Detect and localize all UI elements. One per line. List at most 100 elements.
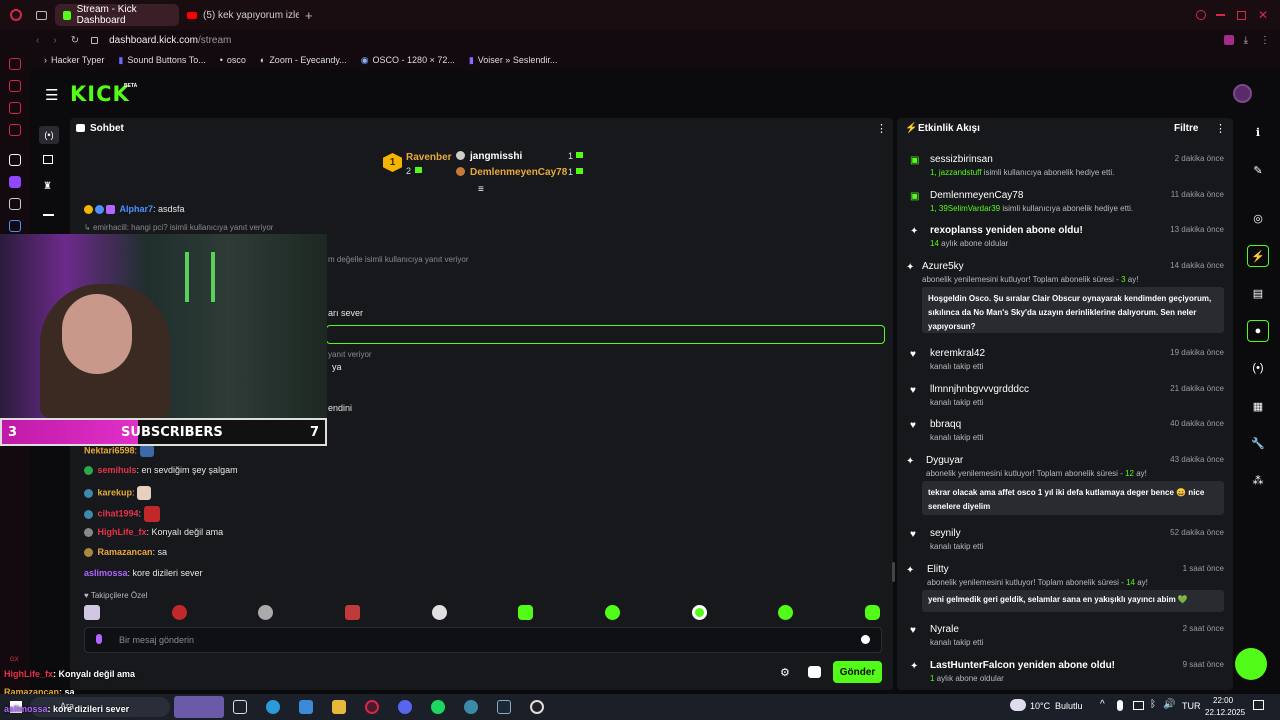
- mod-tools-icon[interactable]: ▦: [1247, 395, 1269, 417]
- emote-icon[interactable]: [778, 605, 794, 620]
- microphone-icon[interactable]: [96, 634, 102, 644]
- emote-icon[interactable]: [431, 605, 447, 620]
- maximize-icon[interactable]: [1236, 10, 1246, 20]
- opera-sidebar-news-icon[interactable]: [9, 124, 21, 136]
- opera-sidebar-chat-icon[interactable]: [9, 102, 21, 114]
- minimize-icon[interactable]: [1215, 14, 1225, 16]
- volume-icon[interactable]: 🔊: [1163, 699, 1175, 710]
- discord-icon[interactable]: [398, 700, 412, 714]
- edit-icon[interactable]: ✎: [1247, 159, 1269, 181]
- wrench-icon[interactable]: 🔧: [1247, 432, 1269, 454]
- chat-username[interactable]: cihat1994: [98, 508, 139, 518]
- emote-icon[interactable]: [171, 605, 187, 620]
- bookmark-sound-buttons[interactable]: ▮ Sound Buttons To...: [118, 55, 205, 66]
- close-window-icon[interactable]: ✕: [1258, 8, 1268, 22]
- highlighted-message[interactable]: [326, 325, 885, 344]
- camera-icon[interactable]: ◎: [1247, 207, 1269, 229]
- chat-username[interactable]: karekup: [98, 487, 133, 497]
- clock-date[interactable]: 22.12.2025: [1205, 708, 1245, 717]
- chat-scrollbar[interactable]: [892, 562, 895, 582]
- opera-sidebar-twitch-icon[interactable]: [9, 176, 21, 188]
- explorer-icon[interactable]: [332, 700, 346, 714]
- broadcast-icon[interactable]: (•): [1247, 357, 1269, 379]
- emote-icon[interactable]: [691, 605, 707, 620]
- weather-temp[interactable]: 10°C: [1030, 701, 1050, 711]
- opera-logo-icon[interactable]: [10, 9, 22, 21]
- integrations-icon[interactable]: ⁂: [1247, 469, 1269, 491]
- chat-username[interactable]: Ramazancan: [98, 547, 153, 557]
- bookmark-osco[interactable]: • osco: [220, 55, 246, 65]
- obs-icon[interactable]: [530, 700, 544, 714]
- opera-sidebar-more-icon[interactable]: [9, 220, 21, 232]
- chat-toggle-icon[interactable]: ●: [1247, 320, 1269, 342]
- edge-icon[interactable]: [266, 700, 280, 714]
- tab-youtube[interactable]: (5) kek yapıyorum izle - Y: [179, 4, 299, 26]
- steam-icon[interactable]: [497, 700, 511, 714]
- keyboard-language[interactable]: TUR: [1182, 701, 1201, 711]
- user-avatar[interactable]: [1233, 84, 1252, 103]
- chat-message-input[interactable]: Bir mesaj gönderin: [84, 627, 882, 653]
- reload-icon[interactable]: ↻: [71, 35, 79, 46]
- support-chat-icon[interactable]: [1235, 648, 1267, 680]
- forward-icon[interactable]: ›: [53, 35, 56, 46]
- task-view-icon[interactable]: [233, 700, 247, 714]
- url-field[interactable]: dashboard.kick.com/stream: [109, 35, 231, 46]
- kick-points-icon[interactable]: [808, 666, 821, 678]
- send-button[interactable]: Gönder: [833, 661, 882, 683]
- leaderboard-third-name[interactable]: DemlenmeyenCay78: [470, 167, 567, 178]
- tab-kick-dashboard[interactable]: Stream - Kick Dashboard: [55, 4, 179, 26]
- filter-button[interactable]: Filtre: [1174, 123, 1198, 134]
- hamburger-menu-icon[interactable]: ☰: [45, 86, 58, 104]
- menu-icon[interactable]: ⋮: [1260, 35, 1270, 46]
- opera-sidebar-kick-icon[interactable]: [9, 154, 21, 166]
- chat-username[interactable]: semihuls: [98, 465, 137, 475]
- search-tabs-icon[interactable]: [1195, 10, 1206, 20]
- game-thumbnail-icon[interactable]: [174, 696, 224, 718]
- feed-options-icon[interactable]: ⋮: [1215, 122, 1226, 135]
- bookmark-voiser[interactable]: ▮ Voiser » Seslendir...: [469, 55, 558, 66]
- clock-time[interactable]: 22:00: [1213, 696, 1233, 705]
- opera-sidebar-bag-icon[interactable]: [9, 80, 21, 92]
- tab-manager-icon[interactable]: [36, 10, 47, 20]
- notes-icon[interactable]: ▤: [1247, 282, 1269, 304]
- trophy-icon[interactable]: ♜: [43, 181, 52, 192]
- download-icon[interactable]: ⤓: [1244, 35, 1248, 46]
- back-icon[interactable]: ‹: [36, 35, 39, 46]
- moderation-icon[interactable]: [43, 208, 54, 216]
- opera-taskbar-icon[interactable]: [365, 700, 379, 714]
- store-icon[interactable]: [299, 700, 313, 714]
- extensions-icon[interactable]: [1223, 35, 1234, 45]
- new-tab-icon[interactable]: +: [305, 8, 313, 23]
- spotify-icon[interactable]: [431, 700, 445, 714]
- emoji-icon[interactable]: [861, 635, 870, 644]
- info-icon[interactable]: ℹ: [1247, 121, 1269, 143]
- emote-icon[interactable]: [864, 605, 880, 620]
- emote-icon[interactable]: [518, 605, 534, 620]
- settings-gear-icon[interactable]: ⚙: [780, 666, 790, 679]
- emote-icon[interactable]: [604, 605, 620, 620]
- emote-icon[interactable]: [258, 605, 274, 620]
- bookmark-osco-image[interactable]: ◉ OSCO - 1280 × 72...: [361, 55, 455, 66]
- network-icon[interactable]: [1133, 701, 1144, 710]
- chat-username[interactable]: Nektari6598: [84, 445, 135, 455]
- leaderboard-first-name[interactable]: Ravenber: [406, 152, 452, 163]
- tray-chevron-icon[interactable]: ^: [1100, 699, 1105, 710]
- bluetooth-icon[interactable]: ᛒ: [1150, 699, 1156, 710]
- chat-username[interactable]: aslimossa: [84, 568, 128, 578]
- opera-sidebar-x-icon[interactable]: [9, 198, 21, 210]
- bookmark-zoom[interactable]: ◐ Zoom - Eyecandy...: [260, 55, 347, 65]
- expand-leaderboard-icon[interactable]: ≡: [478, 184, 484, 195]
- kick-logo[interactable]: KICK: [70, 82, 130, 106]
- activity-feed-toggle-icon[interactable]: ⚡: [1247, 245, 1269, 267]
- emote-icon[interactable]: [84, 605, 100, 620]
- stats-icon[interactable]: [43, 155, 53, 164]
- stream-broadcast-icon[interactable]: (•): [39, 126, 59, 144]
- notification-icon[interactable]: [1253, 700, 1264, 710]
- microphone-tray-icon[interactable]: [1117, 700, 1123, 711]
- weather-desc[interactable]: Bulutlu: [1055, 701, 1083, 711]
- leaderboard-second-name[interactable]: jangmisshi: [470, 151, 522, 162]
- chat-username[interactable]: Alphar7: [120, 204, 154, 214]
- opera-sidebar-aria-icon[interactable]: [9, 58, 21, 70]
- chat-username[interactable]: HighLife_fx: [98, 527, 147, 537]
- app-icon[interactable]: [464, 700, 478, 714]
